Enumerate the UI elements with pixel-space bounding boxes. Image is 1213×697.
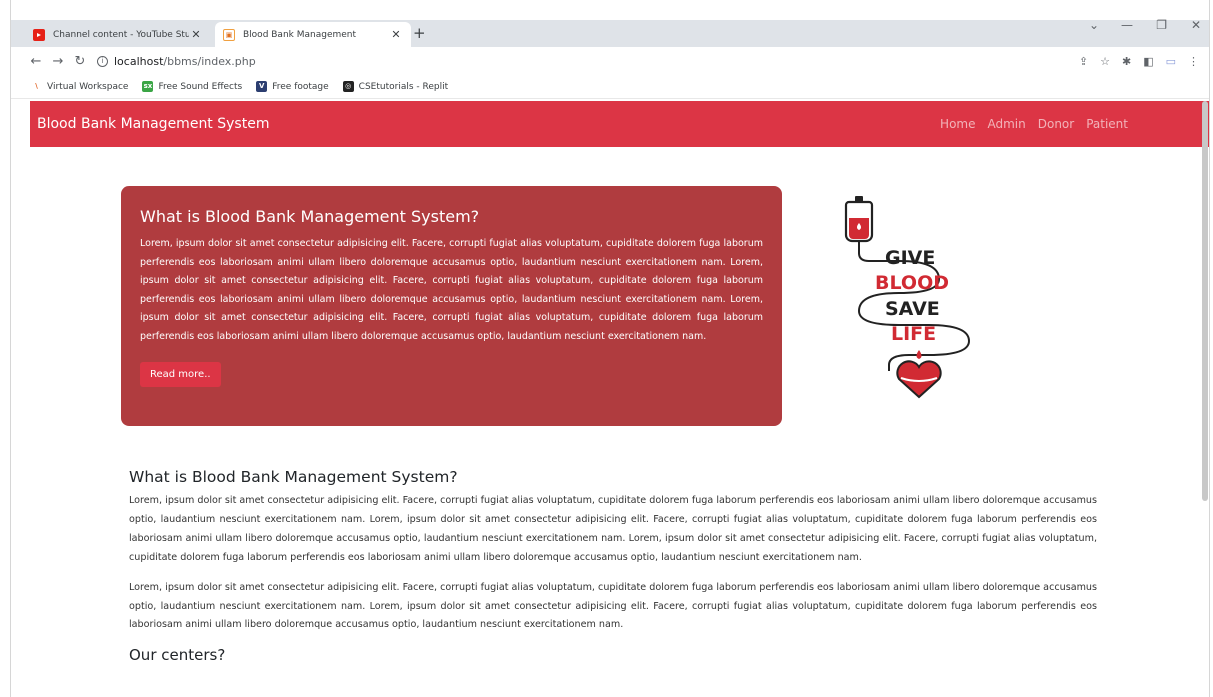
nav-link-patient[interactable]: Patient: [1086, 117, 1128, 131]
restore-icon[interactable]: ❐: [1156, 18, 1167, 32]
footage-icon: V: [256, 81, 268, 92]
tab-title: Channel content - YouTube Studi: [53, 29, 189, 40]
bookmark-free-sound-effects[interactable]: sx Free Sound Effects: [142, 81, 242, 92]
menu-icon[interactable]: ⋮: [1188, 55, 1199, 68]
new-tab-button[interactable]: +: [413, 22, 426, 44]
virtual-workspace-icon: \: [35, 82, 38, 90]
page-scrollbar[interactable]: [1202, 101, 1208, 501]
site-nav-links: Home Admin Donor Patient: [940, 117, 1209, 131]
site-brand[interactable]: Blood Bank Management System: [37, 116, 269, 132]
address-bar-row: ← → ↻ i localhost/bbms/index.php ⇪ ☆ ✱ ◧…: [11, 47, 1209, 75]
url-host: localhost: [114, 54, 164, 68]
tab-blood-bank[interactable]: ▣ Blood Bank Management ✕: [215, 22, 411, 47]
tab-strip: Channel content - YouTube Studi ✕ ▣ Bloo…: [11, 0, 1209, 47]
bookmark-label: Free footage: [272, 81, 329, 92]
bookmarks-bar: \ Virtual Workspace sx Free Sound Effect…: [11, 75, 1209, 99]
close-icon[interactable]: ✕: [189, 28, 203, 41]
info-icon[interactable]: i: [97, 55, 108, 67]
sound-effects-icon: sx: [142, 81, 154, 92]
close-icon[interactable]: ✕: [389, 28, 403, 41]
bookmark-virtual-workspace[interactable]: \ Virtual Workspace: [31, 81, 128, 92]
extensions-icon[interactable]: ✱: [1122, 55, 1131, 68]
logo-give: GIVE: [885, 247, 935, 269]
profile-icon[interactable]: ▭: [1166, 55, 1176, 68]
site-navbar: Blood Bank Management System Home Admin …: [30, 101, 1209, 147]
nav-link-donor[interactable]: Donor: [1038, 117, 1074, 131]
read-more-button[interactable]: Read more..: [140, 361, 221, 387]
logo-save: SAVE: [885, 298, 940, 320]
toolbar-icons: ⇪ ☆ ✱ ◧ ▭ ⋮: [1079, 47, 1209, 75]
side-panel-icon[interactable]: ◧: [1143, 55, 1153, 68]
browser-window: Channel content - YouTube Studi ✕ ▣ Bloo…: [10, 0, 1210, 697]
bookmark-star-icon[interactable]: ☆: [1100, 55, 1110, 68]
bookmark-csetutorials-replit[interactable]: ◎ CSEtutorials - Replit: [342, 81, 449, 92]
bookmark-label: Virtual Workspace: [47, 81, 129, 92]
tab-youtube-studio[interactable]: Channel content - YouTube Studi ✕: [25, 22, 211, 47]
tab-search-icon[interactable]: ⌄: [1089, 18, 1099, 32]
hero-card: What is Blood Bank Management System? Lo…: [121, 186, 782, 426]
hero-title: What is Blood Bank Management System?: [140, 207, 480, 226]
bookmark-free-footage[interactable]: V Free footage: [256, 81, 329, 92]
logo-life: LIFE: [891, 323, 936, 345]
about-section: What is Blood Bank Management System? Lo…: [129, 468, 1097, 664]
tab-title: Blood Bank Management: [243, 29, 357, 40]
back-arrow-icon[interactable]: ←: [25, 54, 47, 69]
window-close-icon[interactable]: ✕: [1191, 18, 1201, 32]
url-path: /bbms/index.php: [163, 54, 256, 68]
centers-heading: Our centers?: [129, 646, 226, 665]
section-paragraph-2: Lorem, ipsum dolor sit amet consectetur …: [129, 581, 1097, 631]
blood-bank-favicon-icon: ▣: [223, 28, 235, 41]
address-bar[interactable]: i localhost/bbms/index.php: [97, 55, 256, 68]
section-paragraph-1: Lorem, ipsum dolor sit amet consectetur …: [129, 495, 1097, 563]
bookmark-label: CSEtutorials - Replit: [358, 81, 449, 92]
nav-link-home[interactable]: Home: [940, 117, 975, 131]
hero-text: Lorem, ipsum dolor sit amet consectetur …: [140, 238, 763, 342]
reload-icon[interactable]: ↻: [69, 54, 91, 69]
minimize-icon[interactable]: —: [1121, 18, 1133, 32]
section-title: What is Blood Bank Management System?: [129, 468, 458, 486]
nav-link-admin[interactable]: Admin: [987, 117, 1025, 131]
share-icon[interactable]: ⇪: [1079, 55, 1088, 68]
logo-blood: BLOOD: [875, 272, 949, 294]
give-blood-save-life-logo: GIVE BLOOD SAVE LIFE: [844, 196, 971, 399]
forward-arrow-icon[interactable]: →: [47, 54, 69, 69]
bookmark-label: Free Sound Effects: [158, 81, 243, 92]
replit-icon: ◎: [342, 81, 354, 92]
youtube-icon: [33, 28, 45, 41]
